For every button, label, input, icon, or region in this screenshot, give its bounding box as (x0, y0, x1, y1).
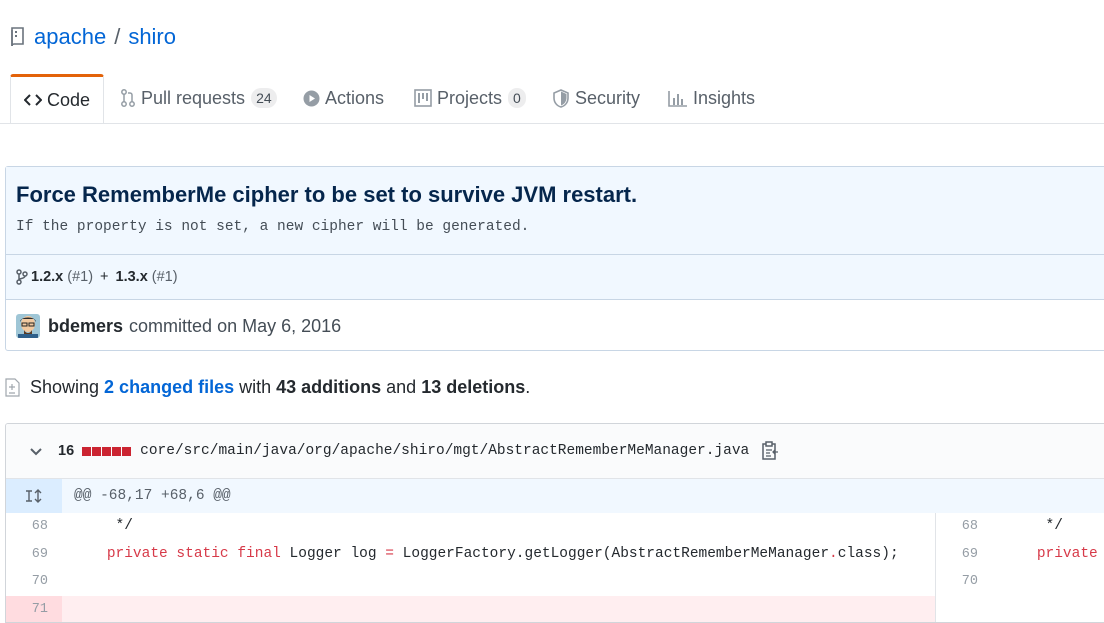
summary-with: with (239, 377, 271, 398)
tab-label: Pull requests (141, 88, 245, 109)
repo-nav-tabs: Code Pull requests 24 Actions Projects 0… (0, 74, 1104, 124)
tab-label: Security (575, 88, 640, 109)
branch-join: + (100, 269, 108, 285)
tab-label: Insights (693, 88, 755, 109)
commit-description: If the property is not set, a new cipher… (16, 219, 1104, 235)
file-diff: 16 core/src/main/java/org/apache/shiro/m… (5, 423, 1104, 623)
repo-header: apache / shiro (10, 22, 176, 52)
file-header: 16 core/src/main/java/org/apache/shiro/m… (6, 424, 1104, 479)
code-left: private static final Logger log = Logger… (62, 541, 936, 569)
line-number-left[interactable]: 71 (6, 596, 62, 623)
file-diff-icon (4, 376, 22, 398)
changed-files-link[interactable]: 2 changed files (104, 377, 234, 398)
tab-actions[interactable]: Actions (303, 74, 384, 122)
tab-pull-requests[interactable]: Pull requests 24 (120, 74, 277, 122)
deletions-count: 13 deletions (421, 377, 525, 398)
clipboard-icon[interactable] (761, 441, 779, 461)
commit-details: Force RememberMe cipher to be set to sur… (5, 166, 1104, 351)
diff-row: 68 */ 68 */ (6, 513, 1104, 541)
file-change-count: 16 (58, 443, 74, 459)
pr-link[interactable]: (#1) (67, 269, 93, 285)
code-left (62, 568, 936, 596)
code-token: Logger log (281, 546, 385, 562)
tab-insights[interactable]: Insights (668, 74, 755, 122)
file-path-link[interactable]: core/src/main/java/org/apache/shiro/mgt/… (140, 443, 749, 459)
repo-name-link[interactable]: shiro (128, 24, 176, 50)
code-keyword: private static final (107, 546, 281, 562)
diffstat-block (122, 447, 131, 456)
branch-link[interactable]: 1.2.x (31, 269, 63, 285)
diff-row-deletion: 71 (6, 596, 1104, 623)
shield-icon (552, 89, 570, 108)
line-number-right[interactable]: 70 (936, 568, 992, 596)
line-number-left[interactable]: 68 (6, 513, 62, 541)
code-operator: = (385, 546, 394, 562)
line-number-right[interactable] (936, 596, 992, 623)
commit-meta: bdemers committed on May 6, 2016 (6, 299, 1104, 352)
pull-requests-count: 24 (251, 88, 277, 108)
summary-suffix: . (525, 377, 530, 398)
code-left (62, 596, 936, 623)
code-icon (24, 93, 42, 107)
avatar[interactable] (16, 314, 40, 338)
additions-count: 43 additions (276, 377, 381, 398)
diff-row: 70 70 (6, 568, 1104, 596)
code-left: */ (62, 513, 936, 541)
diffstat-block (92, 447, 101, 456)
code-token: LoggerFactory.getLogger(AbstractRemember… (394, 546, 829, 562)
code-keyword: private (1037, 546, 1098, 562)
line-number-left[interactable]: 70 (6, 568, 62, 596)
commit-title: Force RememberMe cipher to be set to sur… (16, 182, 1104, 208)
tab-label: Code (47, 90, 90, 111)
tab-label: Projects (437, 88, 502, 109)
chevron-down-icon[interactable] (28, 443, 44, 459)
diff-summary: Showing 2 changed files with 43 addition… (4, 372, 530, 402)
diffstat-block (82, 447, 91, 456)
author-link[interactable]: bdemers (48, 316, 123, 337)
tab-security[interactable]: Security (552, 74, 640, 122)
line-number-right[interactable]: 68 (936, 513, 992, 541)
repo-separator: / (114, 24, 120, 50)
commit-date-text: committed on May 6, 2016 (129, 316, 341, 337)
line-number-left[interactable]: 69 (6, 541, 62, 569)
pr-link[interactable]: (#1) (152, 269, 178, 285)
repo-icon (10, 27, 26, 47)
commit-header: Force RememberMe cipher to be set to sur… (6, 167, 1104, 254)
commit-branches: 1.2.x (#1) + 1.3.x (#1) (6, 254, 1104, 299)
graph-icon (668, 90, 688, 107)
code-operator: . (829, 546, 838, 562)
pull-request-icon (120, 88, 136, 108)
summary-and: and (386, 377, 416, 398)
tab-label: Actions (325, 88, 384, 109)
tab-projects[interactable]: Projects 0 (414, 74, 526, 122)
expand-lines-icon[interactable] (6, 479, 62, 513)
code-right (992, 568, 1002, 596)
diffstat (82, 447, 132, 456)
projects-count: 0 (508, 88, 526, 108)
hunk-header: @@ -68,17 +68,6 @@ (6, 479, 1104, 513)
code-right: private (992, 541, 1098, 569)
code-right: */ (992, 513, 1063, 541)
diffstat-block (102, 447, 111, 456)
hunk-header-text: @@ -68,17 +68,6 @@ (74, 488, 231, 504)
code-token (72, 546, 107, 562)
branch-link[interactable]: 1.3.x (116, 269, 148, 285)
line-number-right[interactable]: 69 (936, 541, 992, 569)
tab-code[interactable]: Code (10, 74, 104, 123)
code-right (992, 596, 1002, 623)
branch-icon (16, 269, 28, 285)
code-token (1002, 546, 1037, 562)
project-icon (414, 89, 432, 107)
play-icon (303, 90, 320, 107)
repo-owner-link[interactable]: apache (34, 24, 106, 50)
diffstat-block (112, 447, 121, 456)
code-token: class); (838, 546, 899, 562)
diff-row: 69 private static final Logger log = Log… (6, 541, 1104, 569)
summary-prefix: Showing (30, 377, 99, 398)
